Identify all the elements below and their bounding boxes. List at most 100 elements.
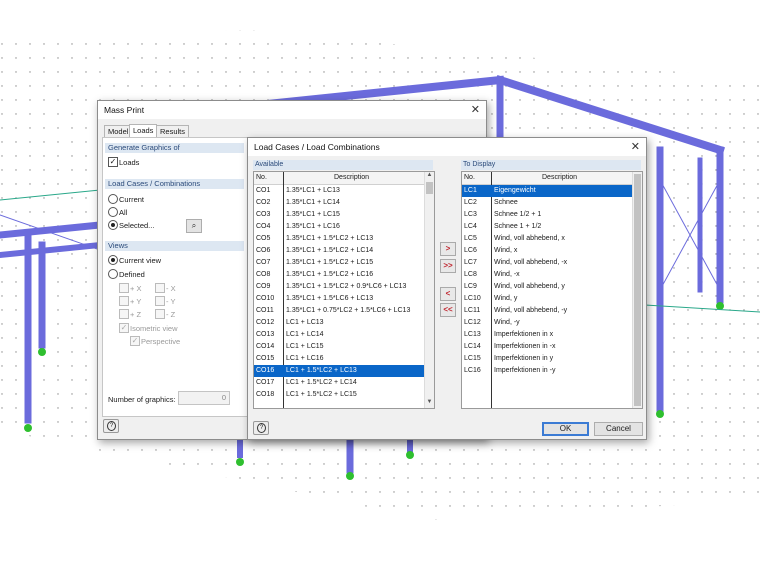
all-label: All bbox=[119, 208, 128, 217]
magnifier-icon: ⌕ bbox=[191, 221, 197, 230]
plus-x-label: + X bbox=[130, 284, 142, 293]
current-radio[interactable] bbox=[108, 194, 118, 204]
item-description: 1.35*LC1 + 1.5*LC6 + LC13 bbox=[286, 295, 374, 302]
scroll-thumb[interactable] bbox=[634, 174, 641, 406]
list-item[interactable]: CO13 LC1 + LC14 bbox=[254, 329, 424, 341]
close-icon[interactable]: ✕ bbox=[471, 103, 480, 116]
plus-y-checkbox[interactable] bbox=[119, 296, 129, 306]
double-arrow-left-icon: << bbox=[443, 305, 453, 314]
minus-x-label: - X bbox=[166, 284, 176, 293]
item-number: LC15 bbox=[464, 355, 481, 362]
item-number: LC5 bbox=[464, 235, 477, 242]
list-item[interactable]: LC12 Wind, -y bbox=[462, 317, 632, 329]
list-item[interactable]: LC6 Wind, x bbox=[462, 245, 632, 257]
selected-radio[interactable] bbox=[108, 220, 118, 230]
to-display-scrollbar[interactable] bbox=[632, 172, 642, 408]
lc-help-button[interactable] bbox=[253, 421, 269, 435]
list-item[interactable]: LC15 Imperfektionen in y bbox=[462, 353, 632, 365]
list-item[interactable]: CO11 1.35*LC1 + 0.75*LC2 + 1.5*LC6 + LC13 bbox=[254, 305, 424, 317]
minus-y-checkbox[interactable] bbox=[155, 296, 165, 306]
list-item[interactable]: LC2 Schnee bbox=[462, 197, 632, 209]
list-item[interactable]: CO3 1.35*LC1 + LC15 bbox=[254, 209, 424, 221]
perspective-checkbox[interactable]: ✓ bbox=[130, 336, 140, 346]
item-number: LC14 bbox=[464, 343, 481, 350]
item-number: LC1 bbox=[464, 187, 477, 194]
item-description: Imperfektionen in x bbox=[494, 331, 554, 338]
list-item[interactable]: CO6 1.35*LC1 + 1.5*LC2 + LC14 bbox=[254, 245, 424, 257]
lc-titlebar: Load Cases / Load Combinations ✕ bbox=[248, 138, 646, 156]
item-number: CO13 bbox=[256, 331, 275, 338]
list-item[interactable]: CO7 1.35*LC1 + 1.5*LC2 + LC15 bbox=[254, 257, 424, 269]
all-radio[interactable] bbox=[108, 207, 118, 217]
item-description: Schnee bbox=[494, 199, 518, 206]
list-item[interactable]: CO9 1.35*LC1 + 1.5*LC2 + 0.9*LC6 + LC13 bbox=[254, 281, 424, 293]
minus-z-checkbox[interactable] bbox=[155, 309, 165, 319]
item-number: LC13 bbox=[464, 331, 481, 338]
item-description: Wind, x bbox=[494, 247, 518, 254]
list-item[interactable]: LC14 Imperfektionen in -x bbox=[462, 341, 632, 353]
item-number: CO11 bbox=[256, 307, 274, 314]
scroll-down-icon[interactable]: ▼ bbox=[425, 399, 434, 408]
add-all-button[interactable]: >> bbox=[440, 259, 456, 273]
ok-button[interactable]: OK bbox=[542, 422, 589, 436]
arrow-right-icon: > bbox=[445, 244, 451, 253]
list-item[interactable]: CO12 LC1 + LC13 bbox=[254, 317, 424, 329]
list-item[interactable]: LC3 Schnee 1/2 + 1 bbox=[462, 209, 632, 221]
defined-radio[interactable] bbox=[108, 269, 118, 279]
scroll-up-icon[interactable]: ▲ bbox=[425, 172, 434, 181]
add-selected-button[interactable]: > bbox=[440, 242, 456, 256]
remove-all-button[interactable]: << bbox=[440, 303, 456, 317]
available-list[interactable]: No. Description CO1 1.35*LC1 + LC13 CO2 1.3… bbox=[253, 171, 435, 409]
select-load-cases-button[interactable]: ⌕ bbox=[186, 219, 202, 233]
list-item[interactable]: CO10 1.35*LC1 + 1.5*LC6 + LC13 bbox=[254, 293, 424, 305]
item-number: CO2 bbox=[256, 199, 271, 206]
number-of-graphics-field[interactable]: 0 bbox=[178, 391, 230, 405]
remove-selected-button[interactable]: < bbox=[440, 287, 456, 301]
cancel-button[interactable]: Cancel bbox=[594, 422, 643, 436]
list-item[interactable]: LC16 Imperfektionen in -y bbox=[462, 365, 632, 377]
list-item[interactable]: CO15 LC1 + LC16 bbox=[254, 353, 424, 365]
item-number: LC9 bbox=[464, 283, 477, 290]
list-item[interactable]: LC7 Wind, voll abhebend, -x bbox=[462, 257, 632, 269]
list-item[interactable]: CO16 LC1 + 1.5*LC2 + LC13 bbox=[254, 365, 424, 377]
tab-loads[interactable]: Loads bbox=[129, 124, 158, 138]
item-number: CO1 bbox=[256, 187, 271, 194]
close-icon[interactable]: ✕ bbox=[631, 140, 640, 153]
list-item[interactable]: CO18 LC1 + 1.5*LC2 + LC15 bbox=[254, 389, 424, 401]
available-scrollbar[interactable]: ▲ ▼ bbox=[424, 172, 434, 408]
list-item[interactable]: LC8 Wind, -x bbox=[462, 269, 632, 281]
number-of-graphics-value: 0 bbox=[221, 393, 226, 402]
isometric-label: Isometric view bbox=[130, 324, 178, 333]
loads-checkbox[interactable]: ✓ bbox=[108, 157, 118, 167]
list-item[interactable]: CO4 1.35*LC1 + LC16 bbox=[254, 221, 424, 233]
mass-print-help-button[interactable] bbox=[103, 419, 119, 433]
available-header: Available bbox=[253, 160, 433, 170]
item-number: CO7 bbox=[256, 259, 271, 266]
scroll-thumb[interactable] bbox=[426, 182, 433, 194]
item-number: CO4 bbox=[256, 223, 271, 230]
list-item[interactable]: CO14 LC1 + LC15 bbox=[254, 341, 424, 353]
minus-x-checkbox[interactable] bbox=[155, 283, 165, 293]
list-item[interactable]: CO17 LC1 + 1.5*LC2 + LC14 bbox=[254, 377, 424, 389]
list-item[interactable]: LC4 Schnee 1 + 1/2 bbox=[462, 221, 632, 233]
current-label: Current bbox=[119, 195, 145, 204]
list-item[interactable]: CO5 1.35*LC1 + 1.5*LC2 + LC13 bbox=[254, 233, 424, 245]
to-display-list[interactable]: No. Description LC1 Eigengewicht LC2 Schnee… bbox=[461, 171, 643, 409]
list-item[interactable]: LC13 Imperfektionen in x bbox=[462, 329, 632, 341]
isometric-checkbox[interactable]: ✓ bbox=[119, 323, 129, 333]
list-item[interactable]: LC10 Wind, y bbox=[462, 293, 632, 305]
list-item[interactable]: LC11 Wind, voll abhebend, -y bbox=[462, 305, 632, 317]
item-description: LC1 + 1.5*LC2 + LC14 bbox=[286, 379, 357, 386]
list-item[interactable]: LC5 Wind, voll abhebend, x bbox=[462, 233, 632, 245]
plus-x-checkbox[interactable] bbox=[119, 283, 129, 293]
list-item[interactable]: LC9 Wind, voll abhebend, y bbox=[462, 281, 632, 293]
list-item[interactable]: CO1 1.35*LC1 + LC13 bbox=[254, 185, 424, 197]
arrow-left-icon: < bbox=[445, 289, 451, 298]
list-item[interactable]: CO2 1.35*LC1 + LC14 bbox=[254, 197, 424, 209]
current-view-radio[interactable] bbox=[108, 255, 118, 265]
list-item[interactable]: LC1 Eigengewicht bbox=[462, 185, 632, 197]
list-item[interactable]: CO8 1.35*LC1 + 1.5*LC2 + LC16 bbox=[254, 269, 424, 281]
plus-z-checkbox[interactable] bbox=[119, 309, 129, 319]
item-description: Schnee 1/2 + 1 bbox=[494, 211, 542, 218]
item-number: CO9 bbox=[256, 283, 271, 290]
